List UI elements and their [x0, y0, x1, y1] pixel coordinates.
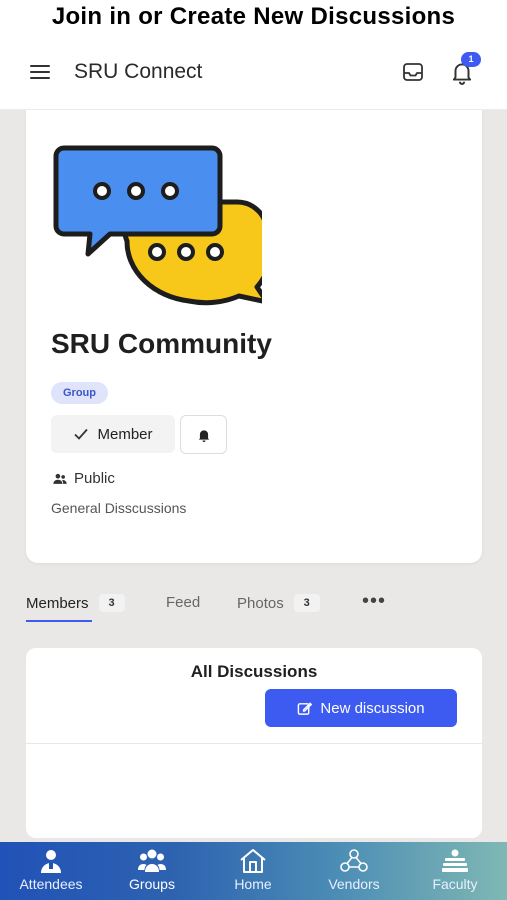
tab-feed[interactable]: Feed	[166, 594, 200, 611]
nav-vendors-label: Vendors	[328, 876, 380, 892]
privacy-label: Public	[74, 470, 115, 487]
group-description: General Disscussions	[51, 500, 187, 516]
bell-icon	[198, 429, 209, 442]
inbox-icon[interactable]	[401, 60, 425, 84]
app-bar: SRU Connect 1	[0, 34, 507, 110]
nav-attendees[interactable]: Attendees	[1, 848, 101, 892]
member-button[interactable]: Member	[51, 415, 175, 453]
discussions-panel: All Discussions New discussion	[26, 648, 482, 838]
nav-groups[interactable]: Groups	[102, 848, 202, 892]
checkmark-icon	[74, 428, 89, 440]
vendors-icon	[340, 849, 368, 872]
notification-badge: 1	[461, 52, 481, 67]
new-discussion-label: New discussion	[320, 699, 425, 717]
tab-photos-count: 3	[293, 594, 320, 612]
tab-feed-label: Feed	[166, 594, 201, 611]
tab-members[interactable]: Members 3	[26, 594, 125, 612]
nav-faculty-label: Faculty	[432, 876, 478, 892]
member-button-label: Member	[97, 425, 153, 443]
nav-home[interactable]: Home	[203, 848, 303, 892]
faculty-icon	[442, 849, 468, 872]
chat-bubbles-icon	[53, 145, 262, 306]
tab-members-label: Members	[26, 594, 89, 612]
tab-photos[interactable]: Photos 3	[237, 594, 320, 612]
tab-members-count: 3	[98, 594, 125, 612]
edit-icon	[298, 701, 313, 715]
group-name: SRU Community	[51, 328, 272, 359]
attendees-icon	[41, 850, 61, 873]
home-icon	[240, 849, 266, 873]
divider	[26, 743, 482, 744]
app-title: SRU Connect	[74, 60, 203, 83]
new-discussion-button[interactable]: New discussion	[265, 689, 457, 727]
nav-home-label: Home	[234, 876, 272, 892]
group-tabs: Members 3 Feed Photos 3 •••	[0, 590, 507, 626]
nav-vendors[interactable]: Vendors	[304, 848, 404, 892]
groups-icon	[138, 849, 166, 872]
group-type-badge: Group	[51, 382, 108, 404]
group-card: SRU Community Group Member Public Genera…	[26, 110, 482, 563]
people-icon	[53, 473, 67, 484]
tab-photos-label: Photos	[237, 594, 284, 612]
notification-toggle-button[interactable]	[180, 415, 227, 454]
discussions-title: All Discussions	[190, 662, 318, 681]
bottom-navigation: Attendees Groups Home Vendors Faculty	[0, 842, 507, 900]
nav-faculty[interactable]: Faculty	[405, 848, 505, 892]
screenshot-caption: Join in or Create New Discussions	[0, 0, 507, 34]
active-tab-indicator	[26, 620, 92, 622]
privacy-status: Public	[53, 470, 115, 487]
nav-groups-label: Groups	[129, 876, 175, 892]
more-tabs-icon[interactable]: •••	[362, 590, 386, 613]
nav-attendees-label: Attendees	[19, 876, 83, 892]
menu-icon[interactable]	[30, 65, 50, 79]
